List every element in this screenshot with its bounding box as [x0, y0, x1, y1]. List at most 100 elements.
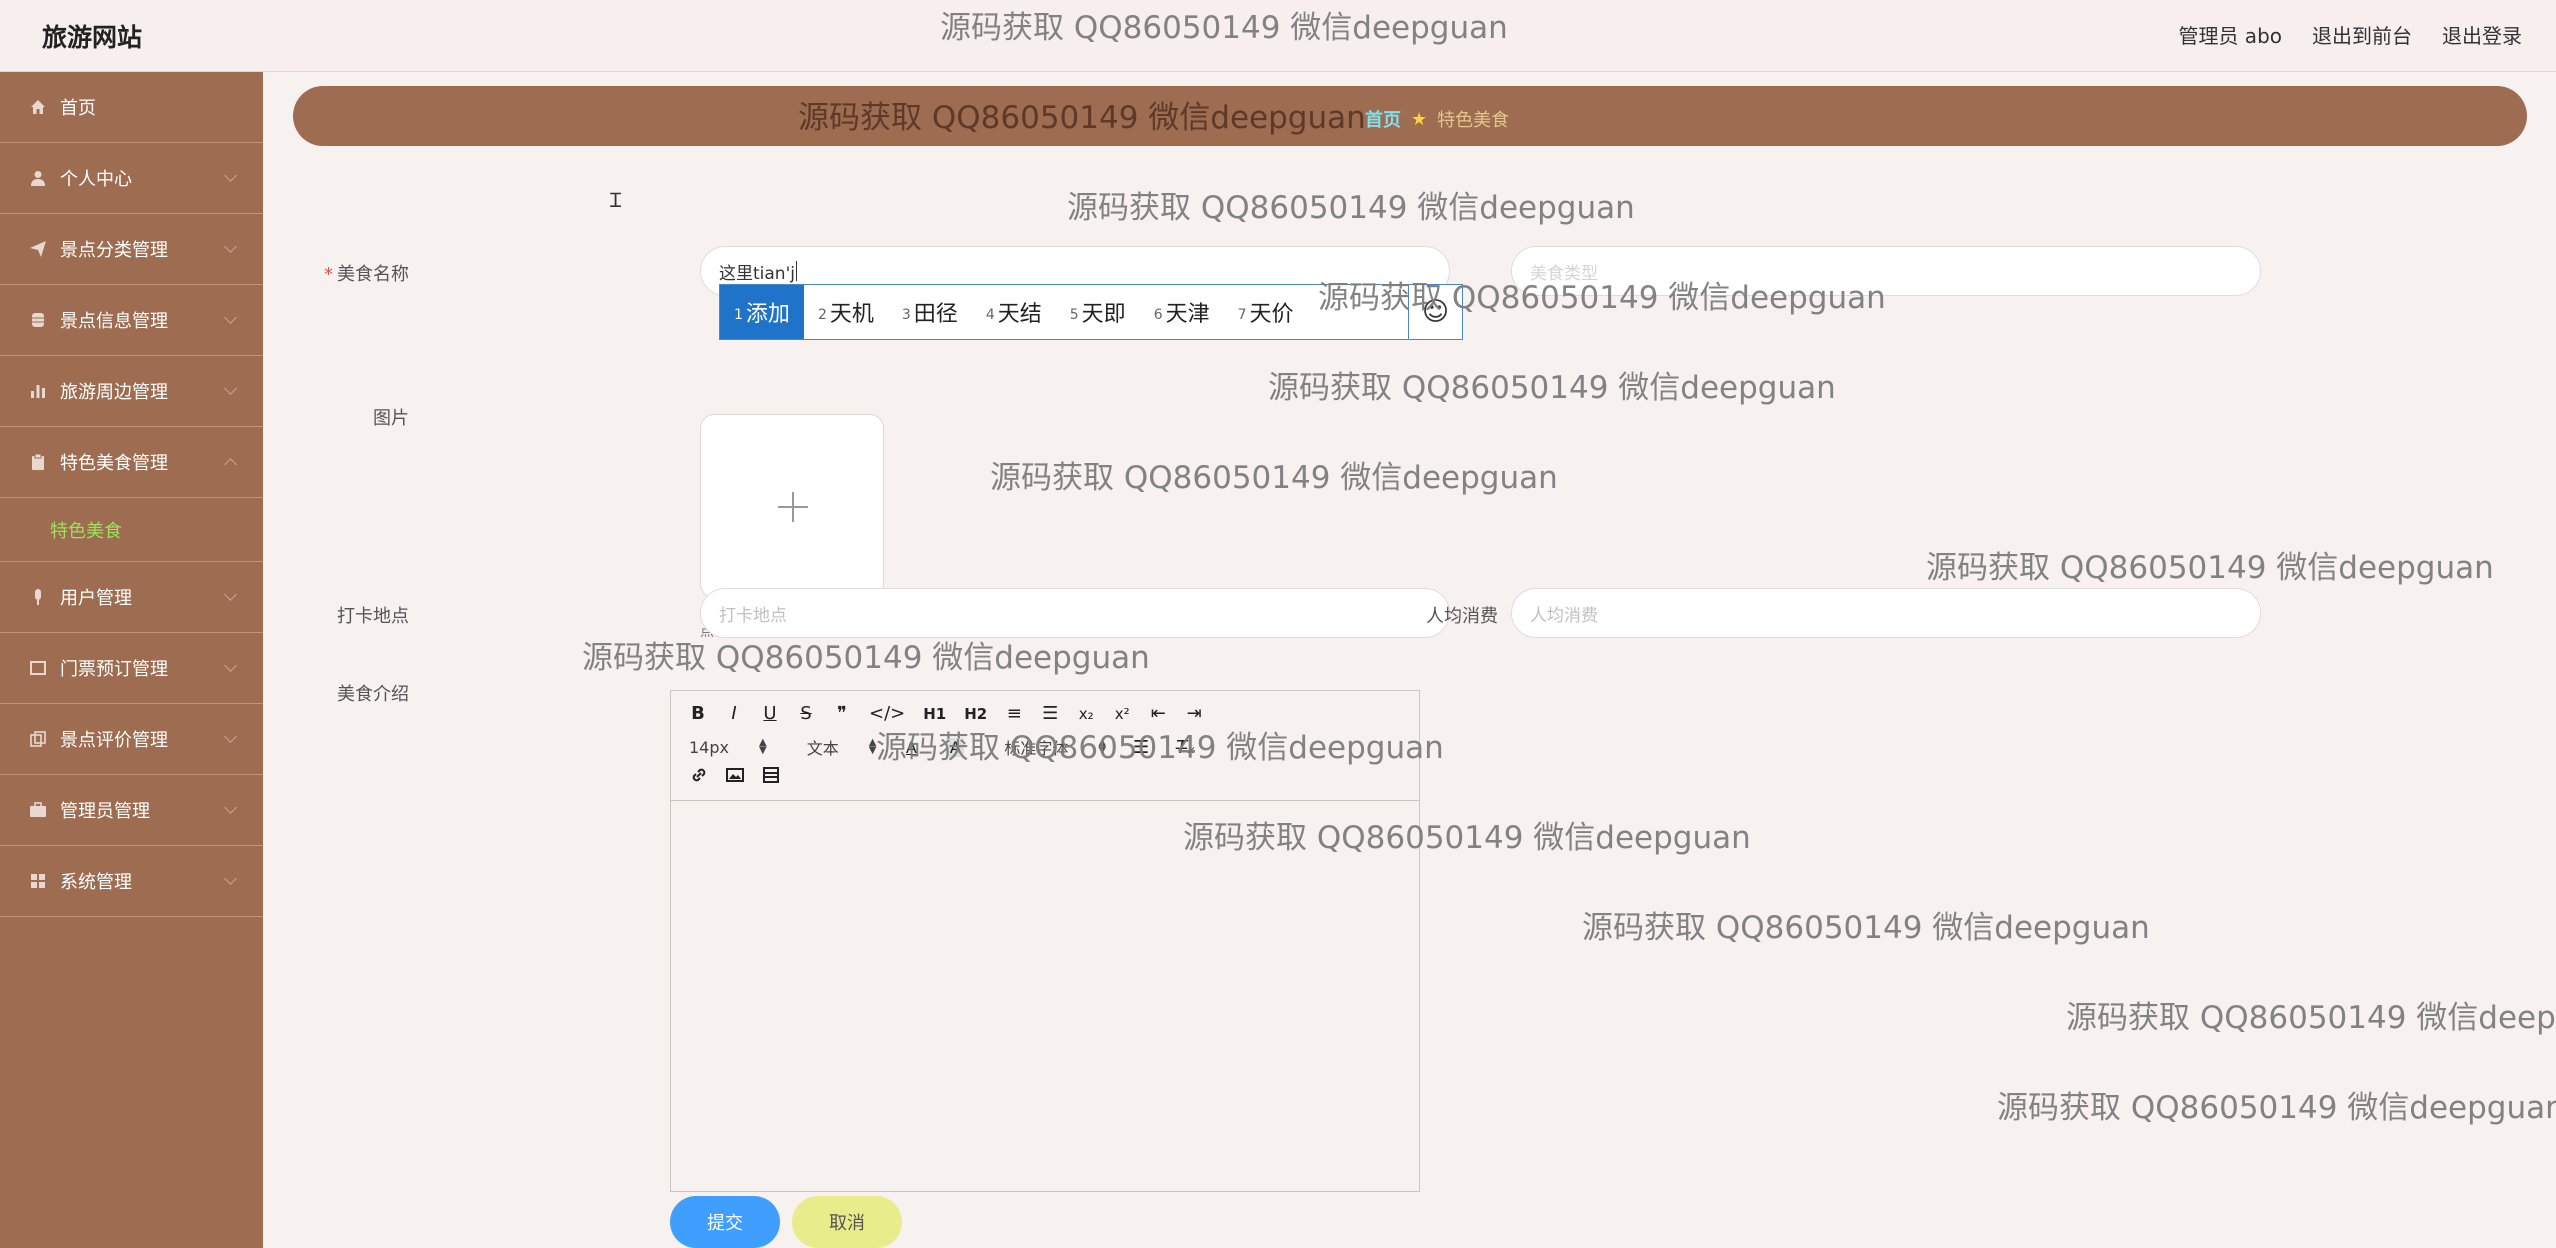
sidebar-item-special-food[interactable]: 特色美食管理 [0, 427, 263, 498]
sidebar-item-ticket-booking[interactable]: 门票预订管理 [0, 633, 263, 704]
toolbar-row-1: B I U S ❞ </> H1 H2 ≡ ☰ x₂ x² ⇤ ⇥ [689, 703, 1203, 724]
text-caret [795, 261, 797, 281]
image-upload[interactable] [700, 414, 884, 598]
breadcrumb: 首页 ★ 特色美食 [293, 86, 2527, 146]
rich-text-editor: B I U S ❞ </> H1 H2 ≡ ☰ x₂ x² ⇤ ⇥ 14px ▲ ▼… [670, 690, 1420, 1192]
editor-content-area[interactable] [671, 801, 1419, 1191]
underline-button[interactable]: U [761, 703, 779, 724]
chevron-down-icon [224, 659, 237, 672]
back-to-frontend-link[interactable]: 退出到前台 [2312, 20, 2412, 49]
heading1-button[interactable]: H1 [923, 705, 946, 723]
italic-button[interactable]: I [725, 703, 743, 724]
emoji-icon[interactable]: ☺ [1408, 285, 1462, 339]
ticket-icon [28, 658, 48, 678]
clear-format-button[interactable]: T̶ₓ [1176, 737, 1195, 758]
blockquote-button[interactable]: ❞ [833, 703, 851, 724]
text-type-select[interactable]: 文本 ▲ ▼ [807, 735, 877, 759]
link-icon[interactable] [689, 765, 709, 790]
sidebar-item-label: 系统管理 [60, 872, 132, 893]
star-icon: ★ [1411, 108, 1428, 130]
chevron-down-icon [224, 588, 237, 601]
select-arrows-icon: ▲ ▼ [1098, 737, 1107, 756]
ime-candidate[interactable]: 1 添加 [720, 285, 804, 339]
video-icon[interactable] [761, 765, 781, 790]
chevron-down-icon [224, 311, 237, 324]
sidebar-item-scenic-reviews[interactable]: 景点评价管理 [0, 704, 263, 775]
ime-candidate[interactable]: 6 天津 [1140, 285, 1224, 339]
top-bar: 旅游网站 管理员 abo 退出到前台 退出登录 [0, 0, 2556, 72]
logout-link[interactable]: 退出登录 [2442, 20, 2522, 49]
toolbar-row-3 [689, 765, 781, 790]
sidebar-item-label: 旅游周边管理 [60, 382, 168, 403]
user-icon [28, 168, 48, 188]
ordered-list-button[interactable]: ≡ [1005, 703, 1023, 724]
sidebar-item-label: 特色美食管理 [60, 453, 168, 474]
clipboard-icon [28, 452, 48, 472]
briefcase-icon [28, 800, 48, 820]
sidebar-item-label: 景点分类管理 [60, 240, 168, 261]
site-brand: 旅游网站 [42, 23, 143, 52]
sidebar-item-system[interactable]: 系统管理 [0, 846, 263, 917]
subscript-button[interactable]: x₂ [1077, 705, 1095, 723]
sidebar-item-scenic-info[interactable]: 景点信息管理 [0, 285, 263, 356]
chevron-down-icon [224, 801, 237, 814]
font-family-select[interactable]: 标准字体 ▲ ▼ [1004, 735, 1106, 759]
home-icon [28, 97, 48, 117]
food-name-label: * 美食名称 [324, 264, 409, 285]
breadcrumb-home[interactable]: 首页 [1365, 106, 1401, 132]
editor-toolbar: B I U S ❞ </> H1 H2 ≡ ☰ x₂ x² ⇤ ⇥ 14px ▲ ▼… [671, 691, 1419, 801]
avg-cost-input[interactable]: 人均消费 [1511, 588, 2261, 638]
sidebar-item-label: 景点信息管理 [60, 311, 168, 332]
chevron-up-icon [224, 458, 237, 471]
sidebar-subitem-special-food[interactable]: 特色美食 [0, 498, 263, 562]
select-arrows-icon: ▲ ▼ [758, 737, 767, 756]
sidebar-item-admins[interactable]: 管理员管理 [0, 775, 263, 846]
chevron-down-icon [224, 382, 237, 395]
avg-cost-label: 人均消费 [1426, 606, 1498, 627]
background-color-button[interactable]: A [946, 737, 965, 757]
text-cursor-icon: Ɪ [610, 188, 622, 212]
submit-button[interactable]: 提交 [670, 1196, 780, 1248]
ime-candidate[interactable]: 2 天机 [804, 285, 888, 339]
heading2-button[interactable]: H2 [964, 705, 987, 723]
align-button[interactable]: ☰ [1132, 737, 1150, 758]
ime-candidate[interactable]: 5 天即 [1056, 285, 1140, 339]
food-type-input[interactable]: 美食类型 [1511, 246, 2261, 296]
superscript-button[interactable]: x² [1113, 705, 1131, 723]
breadcrumb-current: 特色美食 [1437, 110, 1510, 131]
sidebar-item-label: 个人中心 [60, 169, 132, 190]
sidebar-item-scenic-category[interactable]: 景点分类管理 [0, 214, 263, 285]
sidebar-item-personal-center[interactable]: 个人中心 [0, 143, 263, 214]
chevron-down-icon [224, 240, 237, 253]
code-block-button[interactable]: </> [869, 703, 905, 724]
image-icon[interactable] [725, 765, 745, 790]
font-color-button[interactable]: A [902, 738, 920, 757]
bar-chart-icon [28, 381, 48, 401]
breadcrumb-trail: 首页 ★ 特色美食 [1365, 106, 1509, 132]
sidebar: 首页 个人中心 景点分类管理 景点信息管理 旅游周边管理 特色美食管理 特色美食… [0, 72, 263, 1248]
main-content: 首页 ★ 特色美食 *美食名称 这里tian'j 美食类型 图片 点击上传图片 … [263, 72, 2556, 1248]
copy-icon [28, 729, 48, 749]
select-arrows-icon: ▲ ▼ [868, 737, 877, 756]
toolbar-row-2: 14px ▲ ▼ 文本 ▲ ▼ A A 标准字体 ▲ ▼ ☰ T̶ₓ [689, 735, 1195, 759]
font-size-select[interactable]: 14px ▲ ▼ [689, 738, 767, 757]
indent-increase-button[interactable]: ⇥ [1185, 703, 1203, 724]
required-mark: * [324, 264, 333, 285]
ime-candidate[interactable]: 4 天结 [972, 285, 1056, 339]
image-label: 图片 [373, 408, 409, 429]
strikethrough-button[interactable]: S [797, 703, 815, 724]
ime-candidate[interactable]: 3 田径 [888, 285, 972, 339]
chevron-down-icon [224, 872, 237, 885]
ime-candidate[interactable]: 7 天价 [1224, 285, 1308, 339]
bullet-list-button[interactable]: ☰ [1041, 703, 1059, 724]
sidebar-item-travel-surroundings[interactable]: 旅游周边管理 [0, 356, 263, 427]
sidebar-item-home[interactable]: 首页 [0, 72, 263, 143]
admin-user-link[interactable]: 管理员 abo [2178, 20, 2282, 49]
cancel-button[interactable]: 取消 [792, 1196, 902, 1248]
sidebar-item-users[interactable]: 用户管理 [0, 562, 263, 633]
grid-icon [28, 871, 48, 891]
checkin-input[interactable]: 打卡地点 [700, 588, 1450, 638]
sidebar-item-label: 管理员管理 [60, 801, 150, 822]
indent-decrease-button[interactable]: ⇤ [1149, 703, 1167, 724]
bold-button[interactable]: B [689, 703, 707, 724]
